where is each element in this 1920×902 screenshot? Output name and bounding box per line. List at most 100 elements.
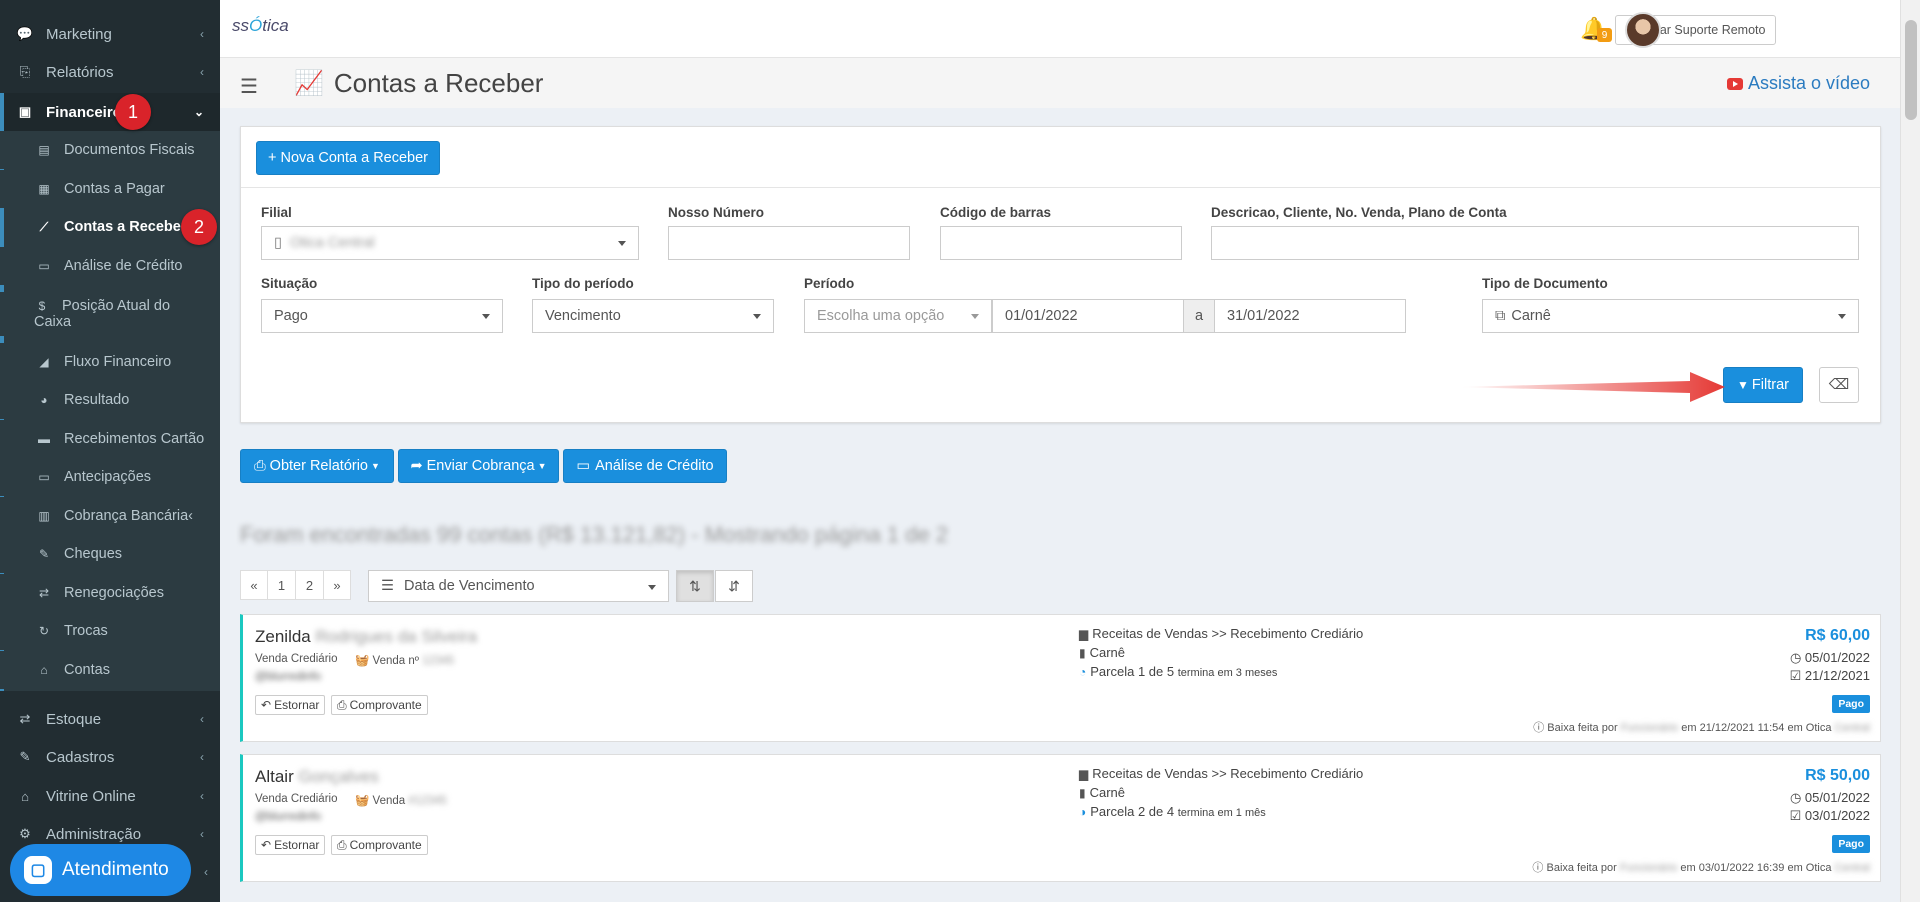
nova-conta-button[interactable]: + Nova Conta a Receber — [256, 141, 440, 175]
conta-card[interactable]: Zenilda Rodrigues da Silveira Venda Cred… — [240, 614, 1881, 742]
sidebar-item-marketing[interactable]: 💬 Marketing ‹ — [0, 15, 220, 53]
estornar-button[interactable]: ↶ Estornar — [255, 835, 326, 855]
pagination-prev[interactable]: « — [240, 570, 268, 600]
comprovante-button[interactable]: ⎙ Comprovante — [331, 835, 428, 855]
venda-numero[interactable]: 🧺 Venda #12345 — [355, 793, 447, 807]
baixa-user: Funcionário — [1620, 722, 1679, 734]
sidebar-item-trocas[interactable]: ↻ Trocas — [0, 612, 220, 650]
pie-icon: ◔ — [1079, 665, 1087, 679]
id-card-icon: ▭ — [38, 259, 50, 273]
sort-select[interactable]: ☰ Data de Vencimento — [368, 570, 669, 602]
conta-card[interactable]: Altair Gonçalves Venda Crediário 🧺 Venda… — [240, 754, 1881, 882]
tipo-documento-select[interactable]: ⧉ Carnê — [1482, 299, 1859, 333]
estornar-label: Estornar — [274, 698, 320, 712]
plano-conta: ▆ Receitas de Vendas >> Recebimento Credi… — [1079, 626, 1363, 641]
sort-value: Data de Vencimento — [404, 578, 535, 594]
baixa-loja: Central — [1834, 722, 1870, 734]
analise-credito-button[interactable]: ▭ Análise de Crédito — [563, 449, 727, 483]
check-calendar-icon: ☑ — [1789, 668, 1802, 683]
pagamento-date: ☑ 21/12/2021 — [1790, 668, 1870, 684]
sort-desc-button[interactable]: ⇵ — [715, 570, 753, 602]
comprovante-button[interactable]: ⎙ Comprovante — [331, 695, 428, 715]
sidebar-item-estoque[interactable]: ⇄ Estoque ‹ — [0, 700, 220, 738]
filter-icon: ▼ — [1737, 378, 1749, 392]
date-range-separator-text: a — [1194, 308, 1204, 324]
sidebar-item-antecipacoes[interactable]: ▭ Antecipações — [0, 458, 220, 496]
app-logo[interactable]: ssÓtica — [232, 16, 289, 36]
scrollbar-thumb[interactable] — [1905, 20, 1917, 120]
baixa-text-b: em 03/01/2022 16:39 em Otica — [1680, 862, 1832, 874]
results-summary: Foram encontradas 99 contas (R$ 13.121,8… — [240, 522, 949, 547]
filial-select[interactable]: ▯ Otica Central — [261, 226, 639, 260]
eraser-button[interactable]: ⌫ — [1819, 367, 1859, 403]
baixa-text-b: em 21/12/2021 11:54 em Otica — [1681, 722, 1832, 734]
periodo-select[interactable]: Escolha uma opção — [804, 299, 992, 333]
sidebar-item-contas-pagar[interactable]: ▦ Contas a Pagar — [0, 170, 220, 208]
data-inicio-input[interactable]: 01/01/2022 — [992, 299, 1184, 333]
document-icon: ▤ — [38, 143, 50, 157]
sidebar-item-contas[interactable]: ⌂ Contas — [0, 651, 220, 689]
sidebar-item-relatorios[interactable]: ⎘ Relatórios ‹ — [0, 53, 220, 91]
baixa-info: ⓘ Baixa feita por Funcionário em 21/12/2… — [1533, 719, 1870, 735]
pie-chart-icon: ◕ — [40, 393, 48, 407]
cliente-name[interactable]: Zenilda Rodrigues da Silveira — [255, 627, 477, 647]
annotation-badge-2: 2 — [181, 209, 217, 245]
check-calendar-icon: ☑ — [1789, 808, 1802, 823]
cliente-name[interactable]: Altair Gonçalves — [255, 767, 379, 787]
page-scrollbar[interactable] — [1900, 0, 1920, 902]
sort-desc-icon: ⇵ — [728, 577, 740, 594]
sidebar-item-financeiro[interactable]: ▣ Financeiro ⌄ — [0, 93, 220, 131]
id-card-icon: ▭ — [576, 458, 591, 474]
tipo-documento-text: Carnê — [1089, 785, 1126, 800]
filial-value: Otica Central — [289, 235, 375, 251]
codigo-barras-input[interactable] — [940, 226, 1182, 260]
tipo-periodo-select[interactable]: Vencimento — [532, 299, 774, 333]
file-icon: ▮ — [1079, 646, 1086, 660]
chevron-left-icon: ‹ — [200, 750, 204, 764]
assista-video-label: Assista o vídeo — [1747, 73, 1870, 93]
nosso-numero-input[interactable] — [668, 226, 910, 260]
situacao-select[interactable]: Pago — [261, 299, 503, 333]
user-avatar[interactable] — [1625, 12, 1661, 48]
sidebar-item-recebimentos-cartao[interactable]: ▬ Recebimentos Cartão — [0, 420, 220, 458]
plano-conta-text: Receitas de Vendas >> Recebimento Crediá… — [1092, 766, 1364, 781]
sidebar-item-analise-credito[interactable]: ▭ Análise de Crédito — [0, 247, 220, 285]
sidebar-item-renegociacoes[interactable]: ⇄ Renegociações — [0, 574, 220, 612]
enviar-cobranca-button[interactable]: ➦ Enviar Cobrança ▼ — [398, 449, 559, 483]
obter-relatorio-button[interactable]: ⎙ Obter Relatório ▼ — [240, 449, 394, 483]
hamburger-menu-icon[interactable]: ☰ — [240, 74, 258, 99]
assista-video-link[interactable]: Assista o vídeo — [1726, 73, 1870, 94]
sidebar-item-posicao-caixa[interactable]: $ Posição Atual do Caixa — [0, 292, 220, 336]
sidebar-item-cheques[interactable]: ✎ Cheques — [0, 535, 220, 573]
sidebar-item-label: Documentos Fiscais — [64, 142, 195, 158]
sidebar-item-resultado[interactable]: ◕ Resultado — [0, 381, 220, 419]
baixa-text-a: Baixa feita por — [1547, 722, 1618, 734]
pagination-next[interactable]: » — [323, 570, 351, 600]
sidebar-item-documentos-fiscais[interactable]: ▤ Documentos Fiscais — [0, 131, 220, 169]
pagination-page-2[interactable]: 2 — [295, 570, 324, 600]
sidebar-item-vitrine-online[interactable]: ⌂ Vitrine Online ‹ — [0, 777, 220, 815]
data-fim-input[interactable]: 31/01/2022 — [1214, 299, 1406, 333]
building-icon: ▯ — [274, 235, 282, 251]
venda-hidden: 12345 — [422, 655, 455, 667]
filtrar-button[interactable]: ▼ Filtrar — [1723, 367, 1803, 403]
sidebar-item-label: Posição Atual do — [62, 298, 171, 314]
sidebar-item-fluxo-financeiro[interactable]: ◢ Fluxo Financeiro — [0, 343, 220, 381]
parcela-text: Parcela 1 de 5 — [1090, 664, 1175, 679]
sidebar-item-cobranca-bancaria[interactable]: ▥ Cobrança Bancária ‹ — [0, 497, 220, 535]
annotation-arrow — [1460, 372, 1725, 402]
logo-text-b: Ó — [249, 16, 263, 35]
sort-asc-button[interactable]: ⇅ — [676, 570, 714, 602]
sidebar-item-label: Fluxo Financeiro — [64, 354, 172, 370]
atendimento-button[interactable]: ▢ Atendimento — [10, 844, 191, 896]
venda-numero[interactable]: 🧺 Venda nº 12345 — [355, 653, 454, 667]
exchange-icon: ⇄ — [19, 711, 31, 726]
descricao-input[interactable] — [1211, 226, 1859, 260]
caret-down-icon — [753, 314, 761, 319]
sidebar-item-label: Cheques — [64, 546, 123, 562]
clock-icon: ◷ — [1789, 790, 1802, 805]
tipo-documento: ▮ Carnê — [1079, 785, 1125, 800]
sidebar-item-cadastros[interactable]: ✎ Cadastros ‹ — [0, 738, 220, 776]
pagination-page-1[interactable]: 1 — [267, 570, 296, 600]
estornar-button[interactable]: ↶ Estornar — [255, 695, 326, 715]
